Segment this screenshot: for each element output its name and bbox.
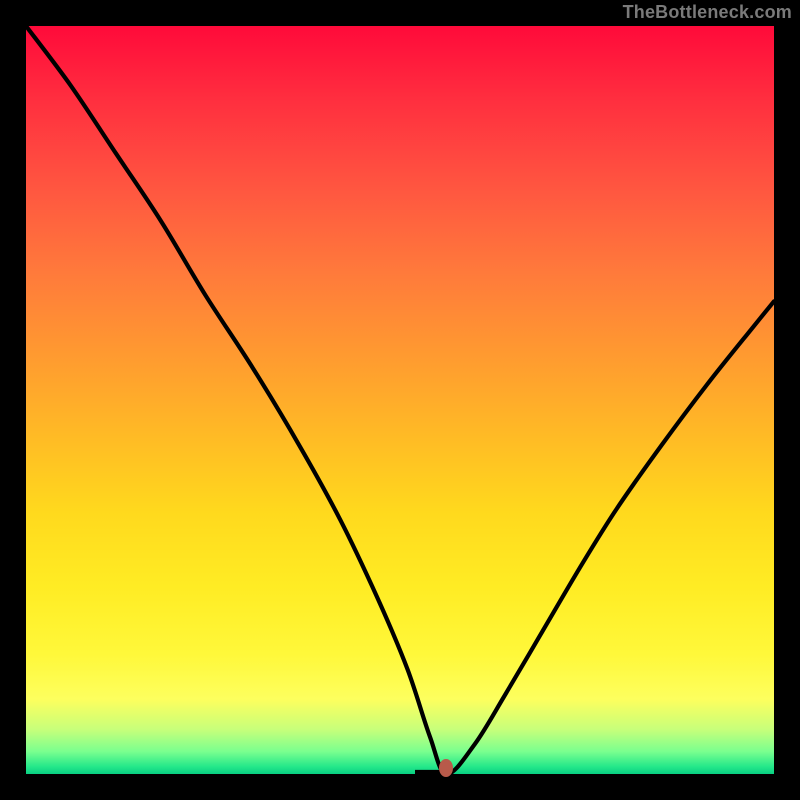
minimum-marker: [439, 759, 453, 777]
chart-frame: TheBottleneck.com: [0, 0, 800, 800]
attribution-watermark: TheBottleneck.com: [623, 2, 792, 23]
curve-path: [26, 26, 774, 774]
plot-area: [26, 26, 774, 774]
series-curve: [26, 26, 774, 774]
